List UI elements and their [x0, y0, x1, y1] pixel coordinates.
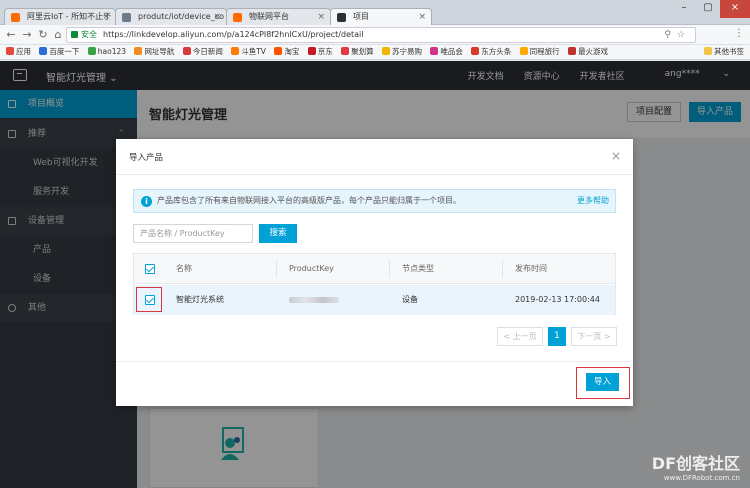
page-favicon-icon	[122, 13, 131, 22]
aliyun-favicon-icon	[233, 13, 242, 22]
url-text: https://linkdevelop.aliyun.com/p/a124cPI…	[103, 30, 364, 39]
bookmark-item[interactable]: 应用	[6, 45, 31, 59]
prev-page-button[interactable]: < 上一页	[497, 327, 543, 346]
watermark: DF创客社区 www.DFRobot.com.cn	[651, 454, 740, 482]
cell-productkey	[289, 285, 339, 315]
column-header-name: 名称	[176, 264, 192, 273]
browser-tab-3[interactable]: 物联网平台 ×	[226, 8, 331, 25]
bookmarks-bar: 应用 百度一下 hao123 网址导航 今日新闻 斗鱼TV 淘宝 京东 聚划算 …	[0, 45, 750, 60]
notice-text: 产品库包含了所有来自物联网接入平台的高级版产品，每个产品只能归属于一个项目。	[157, 196, 461, 205]
product-table: 名称 ProductKey 节点类型 发布时间 智能灯光系统 设备 2019-0…	[133, 253, 616, 315]
cell-publish-time: 2019-02-13 17:00:44	[515, 295, 600, 304]
column-header-publish-time: 发布时间	[515, 264, 547, 273]
news-icon	[182, 47, 191, 55]
back-icon[interactable]: ←	[4, 28, 18, 42]
tab-label: 物联网平台	[249, 12, 289, 21]
other-bookmarks[interactable]: 其他书签	[704, 45, 744, 59]
nav-icon	[134, 47, 143, 55]
column-separator	[502, 260, 503, 278]
info-icon: i	[141, 196, 152, 207]
game-icon	[568, 47, 577, 55]
bookmark-item[interactable]: 今日新闻	[182, 45, 223, 59]
bookmark-item[interactable]: 同程旅行	[519, 45, 560, 59]
window-close-icon[interactable]: ×	[720, 0, 750, 18]
zoom-icon[interactable]: ⚲	[664, 30, 677, 40]
maximize-icon[interactable]: ▢	[696, 0, 720, 18]
bookmark-item[interactable]: 网址导航	[134, 45, 174, 59]
browser-tab-2[interactable]: produtc/iot/device_co ×	[115, 8, 227, 25]
home-icon[interactable]: ⌂	[51, 28, 65, 42]
bookmark-item[interactable]: 斗鱼TV	[231, 45, 266, 59]
bookmark-item[interactable]: 百度一下	[39, 45, 79, 59]
minimize-icon[interactable]: –	[672, 0, 696, 18]
close-tab-icon[interactable]: ×	[102, 9, 110, 25]
next-page-button[interactable]: 下一页 >	[571, 327, 617, 346]
douyu-icon	[231, 47, 240, 55]
table-row[interactable]: 智能灯光系统 设备 2019-02-13 17:00:44	[134, 285, 615, 315]
info-notice: i 产品库包含了所有来自物联网接入平台的高级版产品，每个产品只能归属于一个项目。…	[133, 189, 616, 213]
more-help-link[interactable]: 更多帮助	[577, 190, 609, 212]
column-separator	[389, 260, 390, 278]
toutiao-icon	[471, 47, 480, 55]
bookmark-item[interactable]: 东方头条	[471, 45, 511, 59]
browser-tab-1[interactable]: 阿里云IoT - 所知不止于 ×	[4, 8, 116, 25]
url-field[interactable]: 安全 https://linkdevelop.aliyun.com/p/a124c…	[66, 27, 696, 43]
import-product-dialog: 导入产品 × i 产品库包含了所有来自物联网接入平台的高级版产品，每个产品只能归…	[116, 139, 633, 406]
bookmark-item[interactable]: 最火游戏	[568, 45, 608, 59]
divider	[116, 361, 633, 362]
browser-menu-icon[interactable]: ⋮	[734, 28, 744, 39]
current-page[interactable]: 1	[548, 327, 566, 346]
jd-icon	[307, 47, 316, 55]
bookmark-item[interactable]: 聚划算	[341, 45, 374, 59]
table-header: 名称 ProductKey 节点类型 发布时间	[134, 254, 615, 284]
import-button[interactable]: 导入	[586, 373, 619, 391]
bookmark-item[interactable]: 唯品会	[430, 45, 463, 59]
column-header-productkey: ProductKey	[289, 264, 334, 273]
close-tab-icon[interactable]: ×	[213, 9, 221, 25]
juhuasuan-icon	[341, 47, 350, 55]
close-tab-icon[interactable]: ×	[317, 9, 325, 25]
divider	[116, 174, 633, 175]
bookmark-item[interactable]: 京东	[307, 45, 333, 59]
tab-label: 阿里云IoT - 所知不止于	[27, 12, 112, 21]
browser-tab-4[interactable]: 项目 ×	[330, 8, 432, 25]
bookmark-item[interactable]: hao123	[87, 45, 126, 59]
baidu-icon	[39, 47, 48, 55]
tab-label: produtc/iot/device_co	[138, 12, 224, 21]
column-separator	[276, 260, 277, 278]
tab-label: 项目	[353, 12, 369, 21]
window-controls: – ▢ ×	[672, 0, 750, 18]
bookmark-item[interactable]: 苏宁易购	[382, 45, 422, 59]
suning-icon	[382, 47, 390, 55]
aliyun-favicon-icon	[11, 13, 20, 22]
lock-icon	[71, 31, 78, 38]
bookmark-item[interactable]: 淘宝	[274, 45, 299, 59]
bookmark-star-icon[interactable]: ☆	[677, 30, 691, 40]
dialog-title: 导入产品	[129, 153, 164, 163]
travel-icon	[519, 47, 528, 55]
hao123-icon	[87, 47, 96, 55]
close-icon[interactable]: ×	[611, 149, 621, 163]
masked-productkey	[289, 296, 339, 303]
folder-icon	[704, 47, 712, 55]
select-all-checkbox[interactable]	[145, 264, 155, 274]
apps-icon	[6, 47, 14, 55]
search-button[interactable]: 搜索	[259, 224, 297, 243]
cell-node-type: 设备	[402, 295, 418, 304]
close-tab-icon[interactable]: ×	[418, 9, 426, 25]
highlight-box-checkbox	[136, 287, 162, 312]
address-bar-row: ← → ↻ ⌂ 安全 https://linkdevelop.aliyun.com…	[0, 25, 750, 45]
column-header-node-type: 节点类型	[402, 264, 434, 273]
browser-tab-bar: 阿里云IoT - 所知不止于 × produtc/iot/device_co ×…	[0, 0, 750, 25]
project-favicon-icon	[337, 13, 346, 22]
secure-label: 安全	[81, 30, 97, 39]
forward-icon[interactable]: →	[20, 28, 34, 42]
cell-name: 智能灯光系统	[176, 295, 224, 304]
vip-icon	[430, 47, 439, 55]
omnibox-actions: ⚲☆	[664, 28, 691, 42]
product-search-input[interactable]	[133, 224, 253, 243]
reload-icon[interactable]: ↻	[36, 28, 50, 42]
taobao-icon	[274, 47, 283, 55]
